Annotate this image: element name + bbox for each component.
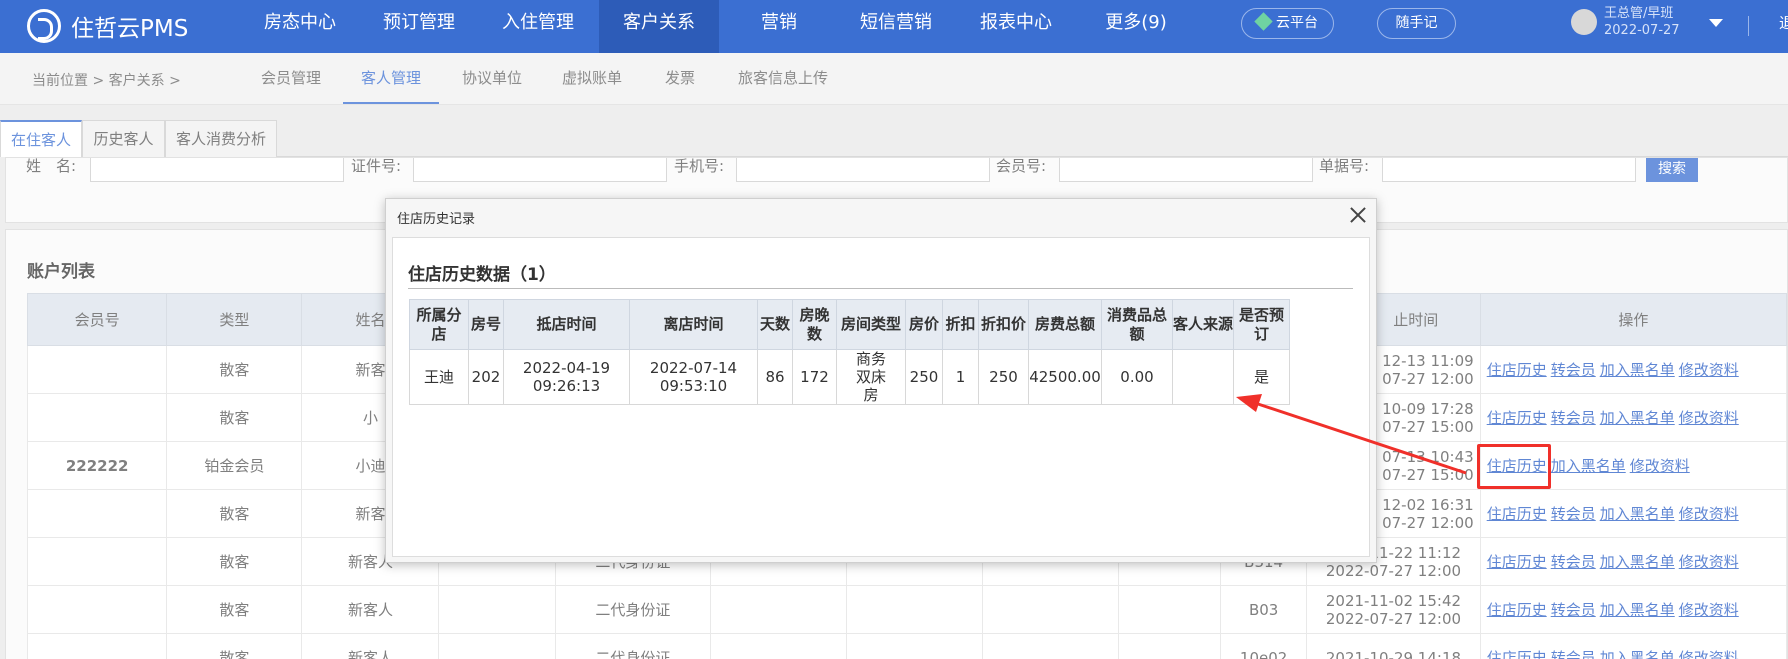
notes-button[interactable]: 随手记 [1377,8,1456,39]
cell-days: 86 [757,349,793,405]
cell-reserved: 是 [1233,349,1290,405]
stay-history-dialog: 住店历史记录 住店历史数据（1） 所属分店 房号 抵店时间 离店时间 天数 房晚… [385,198,1377,563]
cloud-platform-button[interactable]: 云平台 [1241,8,1334,39]
cell-room-nights: 172 [792,349,837,405]
user-menu[interactable]: 王总管/早班 2022-07-27 [1571,5,1680,39]
annotation-highlight-box [1477,444,1551,489]
app-name: 住哲云PMS [71,16,189,42]
cell-arrive-time: 09:26:13 [532,377,601,395]
cell-depart-time: 09:53:10 [659,377,728,395]
cell-price: 250 [905,349,943,405]
cell-room-total: 42500.00 [1028,349,1102,405]
col-header-reserved: 是否预订 [1233,299,1290,350]
app-logo[interactable]: 住哲云PMS [27,9,188,43]
section-title: 住店历史数据（1） [408,265,556,285]
col-header-depart: 离店时间 [629,299,758,350]
nav-item-sms[interactable]: 短信营销 [840,0,952,53]
table-row: 王迪 202 2022-04-19 09:26:13 2022-07-14 09:5… [409,349,1290,405]
col-header-days: 天数 [757,299,793,350]
cell-source [1172,349,1234,405]
col-header-discount-price: 折扣价 [978,299,1029,350]
user-date: 2022-07-27 [1604,23,1680,38]
top-nav: 住哲云PMS 房态中心 预订管理 入住管理 客户关系 营销 短信营销 报表中心 … [0,0,1788,53]
divider [408,288,1353,289]
cell-branch: 王迪 [409,349,469,405]
cell-arrive-date: 2022-04-19 [522,359,611,377]
col-header-room: 房号 [468,299,504,350]
cell-room: 202 [468,349,504,405]
nav-item-more[interactable]: 更多(9) [1082,0,1190,53]
close-icon[interactable] [1348,205,1368,225]
col-header-room-nights: 房晚数 [792,299,837,350]
logo-icon [27,9,61,43]
cloud-cube-icon [1254,12,1273,31]
nav-item-room-status[interactable]: 房态中心 [244,0,356,53]
cell-goods-total: 0.00 [1101,349,1173,405]
col-header-branch: 所属分店 [409,299,469,350]
user-name: 王总管/早班 [1604,6,1674,21]
col-header-arrive: 抵店时间 [503,299,630,350]
avatar [1571,9,1597,35]
nav-item-marketing[interactable]: 营销 [737,0,821,53]
col-header-source: 客人来源 [1172,299,1234,350]
col-header-price: 房价 [905,299,943,350]
stay-history-table: 所属分店 房号 抵店时间 离店时间 天数 房晚数 房间类型 房价 折扣 折扣价 … [409,299,1290,405]
chevron-down-icon[interactable] [1709,19,1723,27]
nav-item-reservations[interactable]: 预订管理 [363,0,475,53]
cell-discount: 1 [942,349,979,405]
nav-item-crm[interactable]: 客户关系 [599,0,719,53]
col-header-goods-total: 消费品总额 [1101,299,1173,350]
dialog-title: 住店历史记录 [397,212,476,227]
col-header-discount: 折扣 [942,299,979,350]
divider [1748,16,1749,36]
exit-link[interactable]: 退 [1779,12,1788,33]
cloud-platform-label: 云平台 [1276,15,1318,31]
cell-depart-date: 2022-07-14 [649,359,738,377]
cell-room-type: 商务双床房 [836,349,906,405]
nav-item-checkin[interactable]: 入住管理 [482,0,594,53]
nav-item-reports[interactable]: 报表中心 [960,0,1072,53]
dialog-body: 住店历史数据（1） 所属分店 房号 抵店时间 离店时间 天数 房晚数 房间类型 … [392,237,1370,557]
cell-discount-price: 250 [978,349,1029,405]
col-header-room-type: 房间类型 [836,299,906,350]
col-header-room-total: 房费总额 [1028,299,1102,350]
